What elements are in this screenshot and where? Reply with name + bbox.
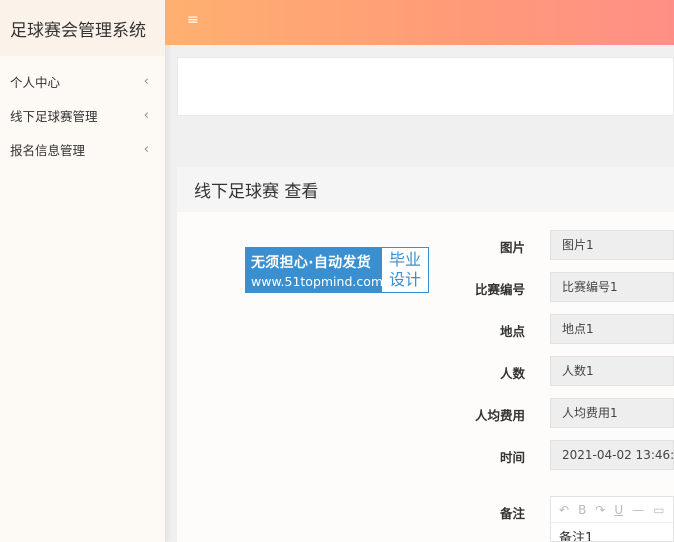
sidebar-item-personal-center[interactable]: 个人中心 ‹ xyxy=(0,64,165,98)
field-row-match-number: 比赛编号 比赛编号1 xyxy=(177,272,674,302)
image-field[interactable]: 图片1 xyxy=(550,230,674,260)
undo-icon[interactable]: ↶ xyxy=(559,503,569,517)
chevron-left-icon: ‹ xyxy=(143,73,149,89)
app-title: 足球赛会管理系统 xyxy=(0,0,165,56)
editor-toolbar: ↶ B ↷ U — ▭ xyxy=(551,497,673,523)
match-number-field[interactable]: 比赛编号1 xyxy=(550,272,674,302)
field-row-headcount: 人数 人数1 xyxy=(177,356,674,386)
sidebar-item-label: 个人中心 xyxy=(10,74,61,90)
notes-content[interactable]: 备注1 xyxy=(551,523,673,541)
field-row-time: 时间 2021-04-02 13:46:21 xyxy=(177,440,674,470)
bold-icon[interactable]: B xyxy=(578,503,586,517)
field-row-cost: 人均费用 人均费用1 xyxy=(177,398,674,428)
redo-icon[interactable]: ↷ xyxy=(595,503,605,517)
field-label: 地点 xyxy=(499,324,525,339)
sidebar: 足球赛会管理系统 个人中心 ‹ 线下足球赛管理 ‹ 报名信息管理 ‹ xyxy=(0,0,165,542)
headcount-field[interactable]: 人数1 xyxy=(550,356,674,386)
field-label: 备注 xyxy=(499,506,525,521)
sidebar-item-match-management[interactable]: 线下足球赛管理 ‹ xyxy=(0,98,165,132)
location-field[interactable]: 地点1 xyxy=(550,314,674,344)
sidebar-item-label: 线下足球赛管理 xyxy=(10,108,98,124)
page-title: 线下足球赛 查看 xyxy=(177,167,674,212)
field-label: 人均费用 xyxy=(474,408,525,423)
time-field[interactable]: 2021-04-02 13:46:21 xyxy=(550,440,674,470)
detail-card: 线下足球赛 查看 无须担心·自动发货 www.51topmind.com 毕业 … xyxy=(177,167,674,542)
breadcrumb-panel xyxy=(177,57,674,116)
sidebar-item-label: 报名信息管理 xyxy=(10,142,86,158)
sidebar-menu: 个人中心 ‹ 线下足球赛管理 ‹ 报名信息管理 ‹ xyxy=(0,56,165,166)
field-row-image: 图片 图片1 xyxy=(177,230,674,260)
hamburger-menu-icon[interactable]: ≡ xyxy=(187,12,199,28)
horizontal-rule-icon[interactable]: — xyxy=(632,503,644,517)
cost-per-person-field[interactable]: 人均费用1 xyxy=(550,398,674,428)
top-header: ≡ xyxy=(165,0,674,45)
field-label: 人数 xyxy=(499,366,525,381)
field-row-location: 地点 地点1 xyxy=(177,314,674,344)
chevron-left-icon: ‹ xyxy=(143,107,149,123)
box-icon[interactable]: ▭ xyxy=(653,503,664,517)
field-label: 图片 xyxy=(499,240,525,255)
field-label: 时间 xyxy=(499,450,525,465)
notes-editor[interactable]: ↶ B ↷ U — ▭ 备注1 xyxy=(550,496,674,542)
sidebar-item-registration-management[interactable]: 报名信息管理 ‹ xyxy=(0,132,165,166)
field-label: 比赛编号 xyxy=(474,282,525,297)
chevron-left-icon: ‹ xyxy=(143,141,149,157)
underline-icon[interactable]: U xyxy=(614,503,623,517)
